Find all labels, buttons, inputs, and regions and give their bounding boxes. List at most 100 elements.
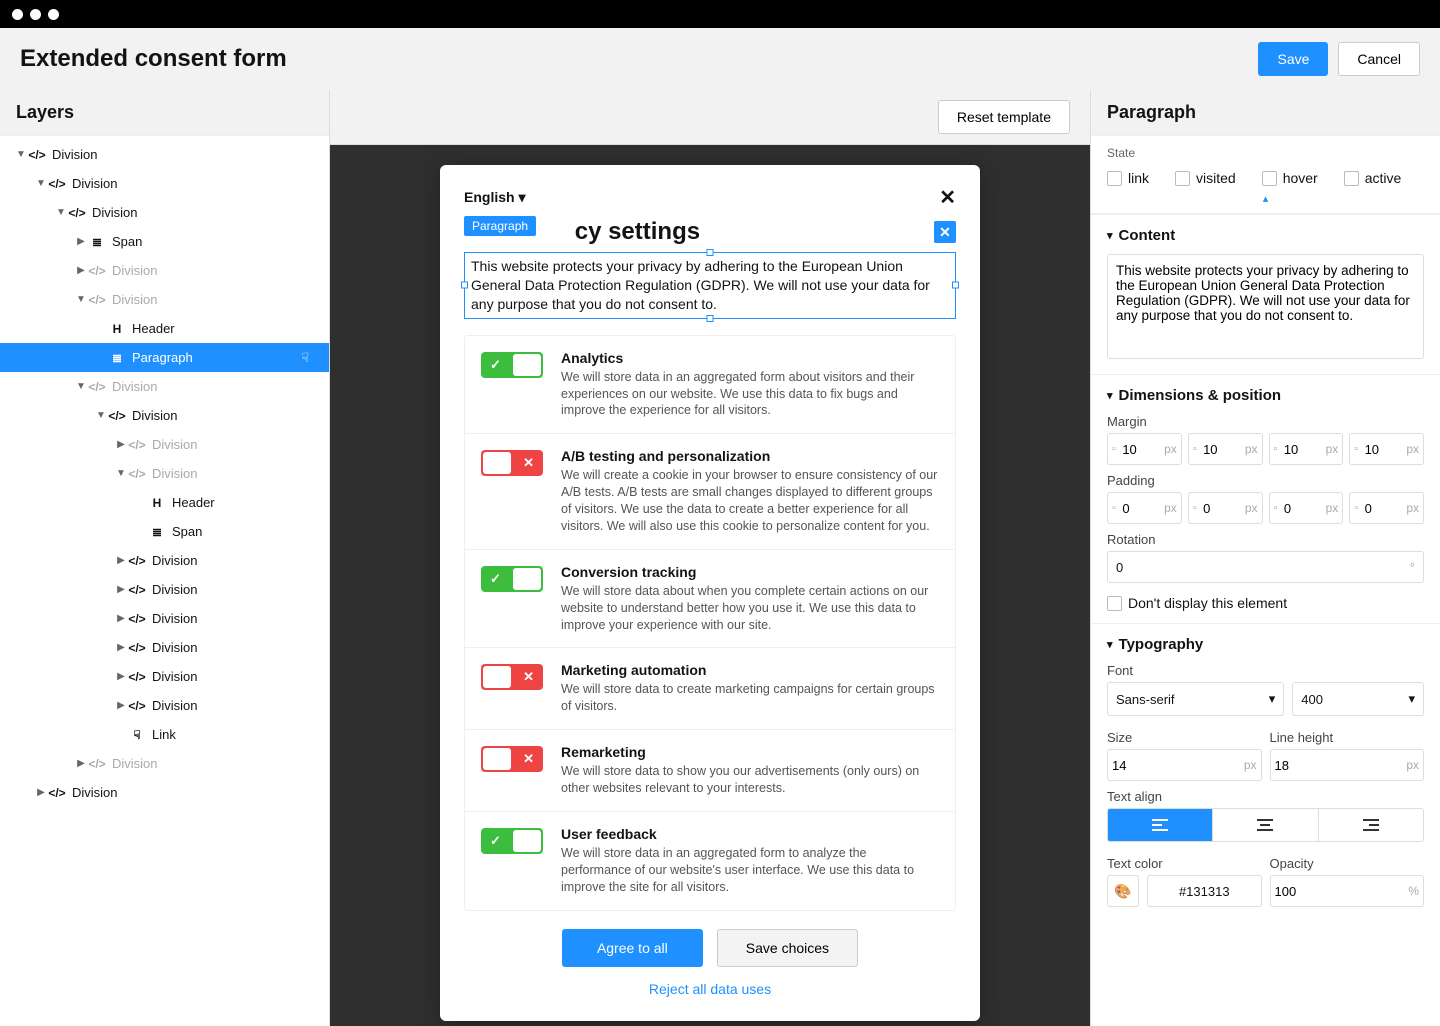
- hide-element-checkbox[interactable]: Don't display this element: [1107, 595, 1424, 611]
- layer-row[interactable]: HHeader: [0, 488, 329, 517]
- layer-row[interactable]: </>Division: [0, 285, 329, 314]
- content-textarea[interactable]: [1107, 254, 1424, 359]
- delete-element-button[interactable]: ✕: [934, 221, 956, 243]
- typography-section-title[interactable]: Typography: [1107, 636, 1424, 653]
- layer-label: Division: [152, 553, 329, 568]
- margin-row-input[interactable]: ▫px: [1188, 433, 1263, 465]
- language-selector[interactable]: English ▾: [464, 189, 525, 206]
- chevron-icon[interactable]: [114, 584, 128, 595]
- layer-row[interactable]: </>Division: [0, 604, 329, 633]
- state-hover-checkbox[interactable]: hover: [1262, 170, 1318, 186]
- save-choices-button[interactable]: Save choices: [717, 929, 858, 967]
- padding-label: Padding: [1107, 473, 1424, 488]
- chevron-icon[interactable]: [114, 468, 128, 479]
- align-center-button[interactable]: [1213, 809, 1318, 841]
- element-type-icon: </>: [128, 699, 146, 713]
- layer-row[interactable]: </>Division: [0, 198, 329, 227]
- resize-handle-top[interactable]: [707, 249, 714, 256]
- layer-row[interactable]: </>Division: [0, 459, 329, 488]
- element-type-icon: ≣: [88, 235, 106, 249]
- padding-row-input[interactable]: ▫px: [1269, 492, 1344, 524]
- align-left-button[interactable]: [1108, 809, 1213, 841]
- layer-row[interactable]: </>Division: [0, 546, 329, 575]
- size-input[interactable]: px: [1107, 749, 1262, 781]
- x-icon: ✕: [523, 455, 534, 471]
- chevron-icon[interactable]: [34, 178, 48, 189]
- chevron-icon[interactable]: [114, 700, 128, 711]
- layer-row[interactable]: </>Division: [0, 662, 329, 691]
- cancel-button[interactable]: Cancel: [1338, 42, 1420, 76]
- color-label: Text color: [1107, 856, 1262, 871]
- state-visited-checkbox[interactable]: visited: [1175, 170, 1236, 186]
- layer-row[interactable]: HHeader: [0, 314, 329, 343]
- padding-row-input[interactable]: ▫px: [1188, 492, 1263, 524]
- layer-row[interactable]: </>Division: [0, 401, 329, 430]
- toggle-switch[interactable]: ✓: [481, 352, 543, 378]
- layer-row[interactable]: </>Division: [0, 372, 329, 401]
- layer-row[interactable]: </>Division: [0, 169, 329, 198]
- chevron-icon[interactable]: [114, 671, 128, 682]
- state-link-checkbox[interactable]: link: [1107, 170, 1149, 186]
- layer-row[interactable]: ≣Paragraph☟: [0, 343, 329, 372]
- layer-row[interactable]: </>Division: [0, 430, 329, 459]
- layer-row[interactable]: ≣Span: [0, 517, 329, 546]
- close-icon[interactable]: ✕: [939, 185, 956, 210]
- chevron-icon[interactable]: [14, 149, 28, 160]
- padding-row-input[interactable]: ▫px: [1107, 492, 1182, 524]
- font-select[interactable]: Sans-serif▾: [1107, 682, 1284, 716]
- layer-row[interactable]: </>Division: [0, 140, 329, 169]
- layer-row[interactable]: </>Division: [0, 575, 329, 604]
- layer-row[interactable]: </>Division: [0, 633, 329, 662]
- dimensions-section-title[interactable]: Dimensions & position: [1107, 387, 1424, 404]
- chevron-icon[interactable]: [54, 207, 68, 218]
- traffic-light-max[interactable]: [48, 9, 59, 20]
- chevron-icon[interactable]: [74, 265, 88, 276]
- chevron-icon[interactable]: [114, 642, 128, 653]
- resize-handle-right[interactable]: [952, 282, 959, 289]
- traffic-light-min[interactable]: [30, 9, 41, 20]
- toggle-switch[interactable]: ✓: [481, 566, 543, 592]
- chevron-icon[interactable]: [94, 410, 108, 421]
- chevron-icon[interactable]: [74, 236, 88, 247]
- content-section-title[interactable]: Content: [1107, 227, 1424, 244]
- weight-select[interactable]: 400▾: [1292, 682, 1424, 716]
- collapse-states-icon[interactable]: ▴: [1091, 190, 1440, 214]
- align-right-button[interactable]: [1319, 809, 1423, 841]
- layer-row[interactable]: ≣Span: [0, 227, 329, 256]
- layer-row[interactable]: </>Division: [0, 749, 329, 778]
- chevron-icon[interactable]: [74, 758, 88, 769]
- toggle-switch[interactable]: ✕: [481, 664, 543, 690]
- layer-row[interactable]: ☟Link: [0, 720, 329, 749]
- chevron-icon[interactable]: [114, 555, 128, 566]
- chevron-icon[interactable]: [34, 787, 48, 798]
- toggle-switch[interactable]: ✓: [481, 828, 543, 854]
- resize-handle-bottom[interactable]: [707, 315, 714, 322]
- state-active-checkbox[interactable]: active: [1344, 170, 1402, 186]
- chevron-icon[interactable]: [74, 381, 88, 392]
- layer-row[interactable]: </>Division: [0, 256, 329, 285]
- chevron-icon[interactable]: [114, 613, 128, 624]
- resize-handle-left[interactable]: [461, 282, 468, 289]
- save-button[interactable]: Save: [1258, 42, 1328, 76]
- reset-template-button[interactable]: Reset template: [938, 100, 1070, 134]
- toggle-switch[interactable]: ✕: [481, 450, 543, 476]
- padding-row-input[interactable]: ▫px: [1349, 492, 1424, 524]
- selected-paragraph[interactable]: This website protects your privacy by ad…: [464, 252, 956, 319]
- layer-row[interactable]: </>Division: [0, 778, 329, 807]
- margin-row-input[interactable]: ▫px: [1269, 433, 1344, 465]
- chevron-icon[interactable]: [114, 439, 128, 450]
- element-type-icon: </>: [128, 612, 146, 626]
- color-input[interactable]: #131313: [1147, 875, 1262, 907]
- chevron-icon[interactable]: [74, 294, 88, 305]
- opacity-input[interactable]: %: [1270, 875, 1425, 907]
- lineheight-input[interactable]: px: [1270, 749, 1425, 781]
- traffic-light-close[interactable]: [12, 9, 23, 20]
- color-picker-icon[interactable]: 🎨: [1107, 875, 1139, 907]
- toggle-switch[interactable]: ✕: [481, 746, 543, 772]
- margin-row-input[interactable]: ▫px: [1349, 433, 1424, 465]
- rotation-input[interactable]: 0°: [1107, 551, 1424, 583]
- margin-row-input[interactable]: ▫px: [1107, 433, 1182, 465]
- layer-row[interactable]: </>Division: [0, 691, 329, 720]
- reject-all-link[interactable]: Reject all data uses: [464, 981, 956, 997]
- agree-all-button[interactable]: Agree to all: [562, 929, 703, 967]
